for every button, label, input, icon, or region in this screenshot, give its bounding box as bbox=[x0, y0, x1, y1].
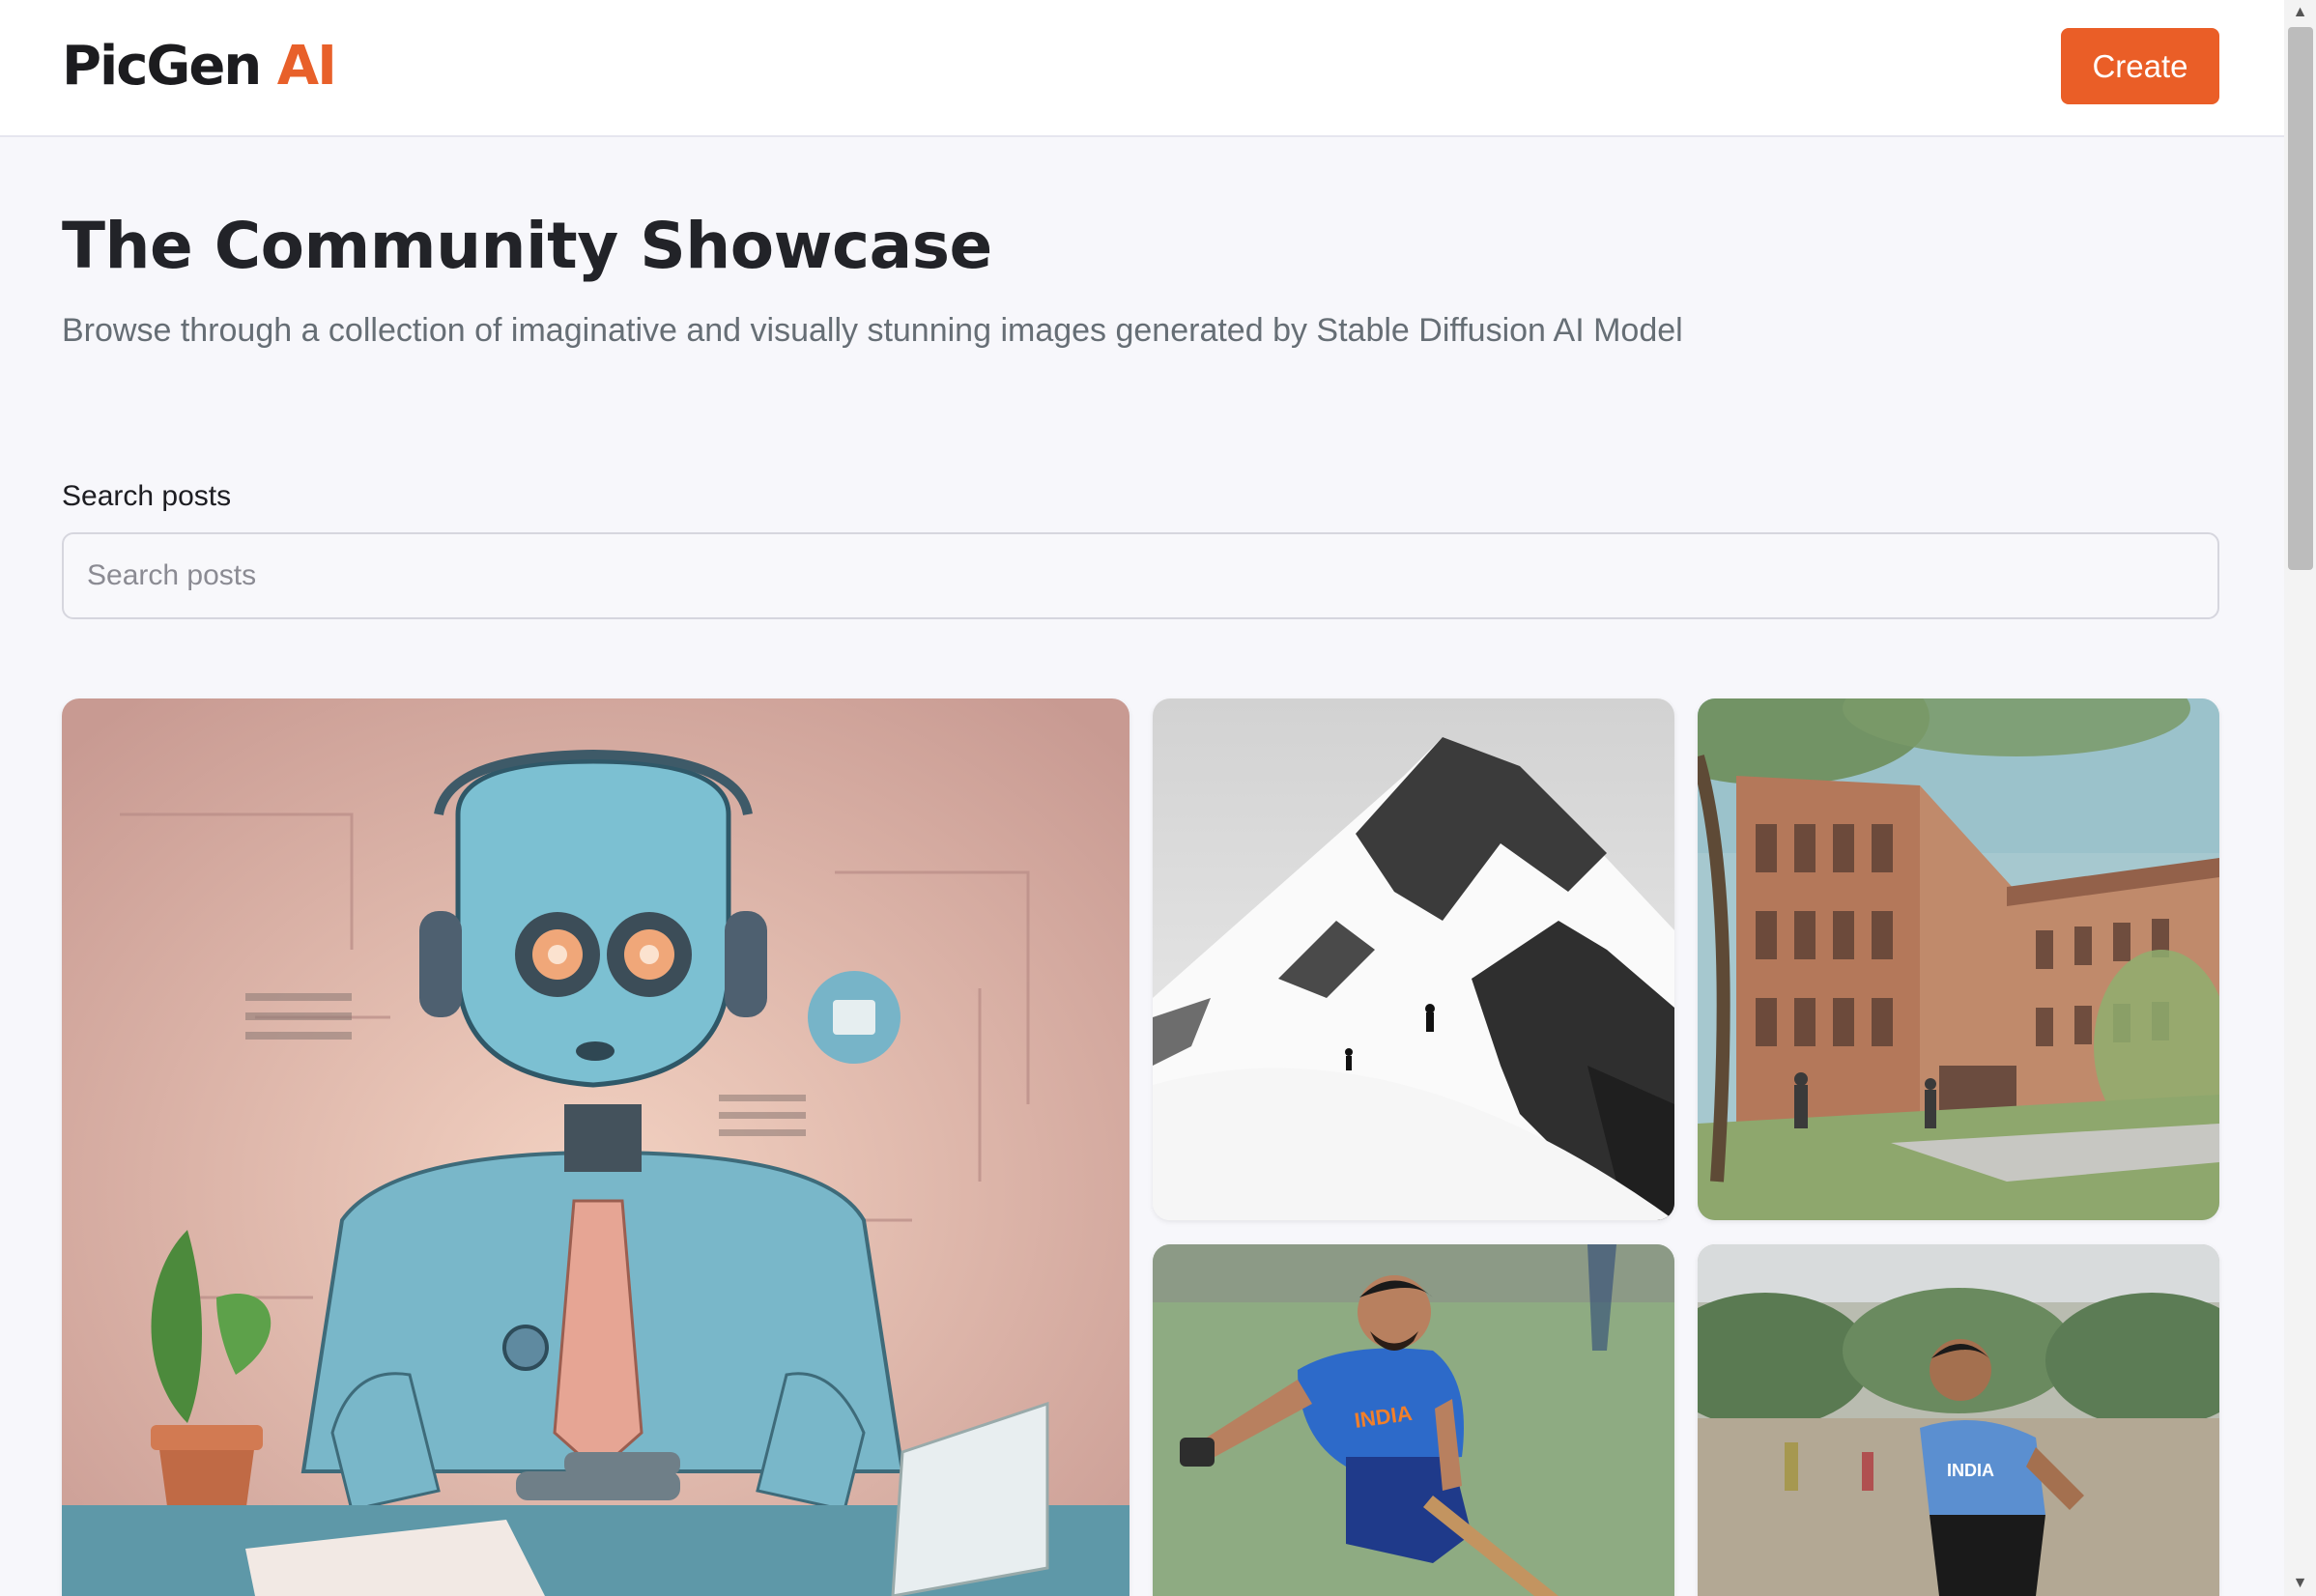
post-image-mountain bbox=[1153, 698, 1674, 1220]
post-card-building[interactable] bbox=[1698, 698, 2219, 1220]
post-card-cricket-player[interactable]: INDIA bbox=[1698, 1244, 2219, 1596]
logo[interactable]: PicGen AI bbox=[62, 33, 337, 100]
post-image-robot bbox=[62, 698, 1129, 1596]
page-title: The Community Showcase bbox=[62, 209, 992, 283]
post-card-cricket-batsman[interactable]: INDIA bbox=[1153, 1244, 1674, 1596]
post-image-building bbox=[1698, 698, 2219, 1220]
scroll-up-arrow-icon[interactable]: ▲ bbox=[2284, 0, 2316, 25]
post-card-mountain[interactable] bbox=[1153, 698, 1674, 1220]
search-label: Search posts bbox=[62, 480, 232, 512]
logo-text: PicGen bbox=[62, 35, 262, 98]
page-subtitle: Browse through a collection of imaginati… bbox=[62, 312, 1683, 349]
svg-text:INDIA: INDIA bbox=[1947, 1461, 1994, 1480]
top-navbar: PicGen AI Create bbox=[0, 0, 2284, 137]
post-card-robot[interactable] bbox=[62, 698, 1129, 1596]
scroll-down-arrow-icon[interactable]: ▼ bbox=[2284, 1571, 2316, 1596]
post-image-cricket-batsman: INDIA bbox=[1153, 1244, 1674, 1596]
vertical-scrollbar[interactable]: ▲ ▼ bbox=[2284, 0, 2316, 1596]
scrollbar-thumb[interactable] bbox=[2288, 27, 2313, 570]
create-button[interactable]: Create bbox=[2061, 28, 2219, 104]
search-input[interactable] bbox=[62, 532, 2219, 619]
logo-accent-text: AI bbox=[276, 35, 337, 98]
post-image-cricket-player: INDIA bbox=[1698, 1244, 2219, 1596]
